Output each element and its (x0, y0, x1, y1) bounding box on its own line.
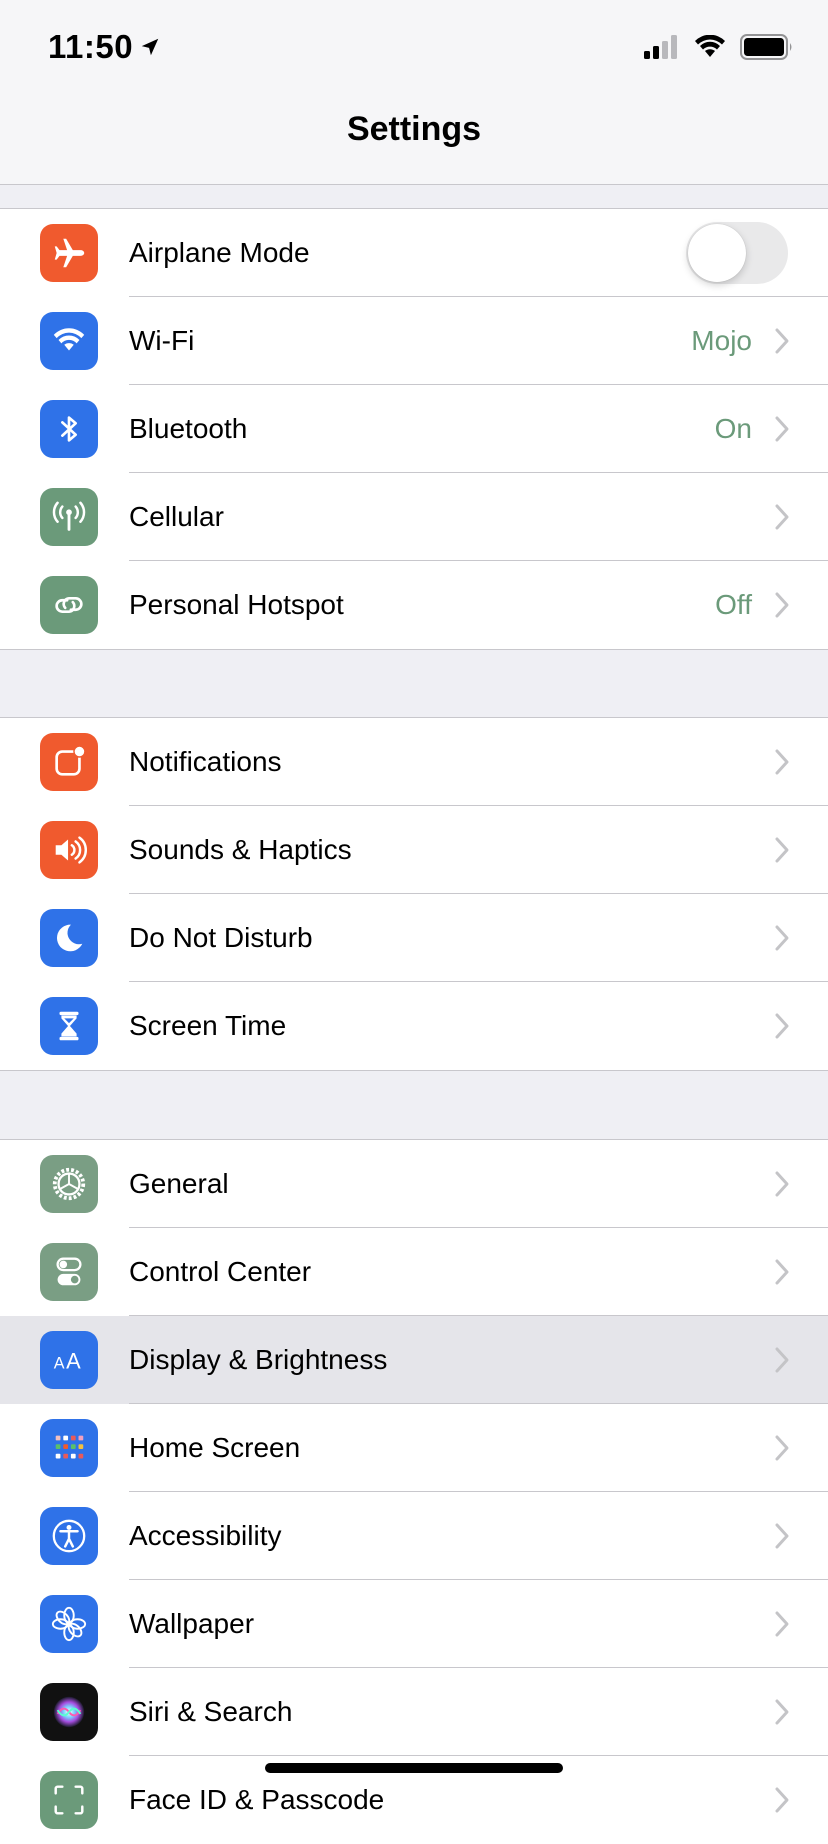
svg-text:A: A (66, 1349, 81, 1374)
moon-icon (40, 909, 98, 967)
airplane-mode-toggle[interactable] (686, 222, 788, 284)
chevron-right-icon (775, 1611, 789, 1637)
row-accessibility[interactable]: Accessibility (0, 1492, 828, 1580)
wallpaper-label: Wallpaper (129, 1608, 255, 1639)
chevron-right-icon (775, 837, 789, 863)
chevron-right-icon (775, 592, 789, 618)
chevron-right-icon (775, 1347, 789, 1373)
cellular-antenna-icon (40, 488, 98, 546)
row-wifi[interactable]: Wi-Fi Mojo (0, 297, 828, 385)
chevron-right-icon (775, 1787, 789, 1813)
siri-icon (40, 1683, 98, 1741)
wifi-network-value: Mojo (691, 325, 752, 356)
chevron-right-icon (775, 925, 789, 951)
control-center-label: Control Center (129, 1256, 312, 1287)
chevron-right-icon (775, 1435, 789, 1461)
gear-icon (40, 1155, 98, 1213)
cellular-label: Cellular (129, 501, 224, 532)
general-label: General (129, 1168, 229, 1199)
row-personal-hotspot[interactable]: Personal Hotspot Off (0, 561, 828, 649)
chevron-right-icon (775, 1013, 789, 1039)
notifications-label: Notifications (129, 746, 282, 777)
chevron-right-icon (775, 749, 789, 775)
row-siri-search[interactable]: Siri & Search (0, 1668, 828, 1756)
row-general[interactable]: General (0, 1140, 828, 1228)
home-screen-label: Home Screen (129, 1432, 301, 1463)
app-grid-icon (40, 1419, 98, 1477)
battery-icon (740, 34, 792, 60)
navigation-bar: Settings (0, 100, 828, 185)
location-arrow-icon (141, 38, 159, 56)
clock: 11:50 (48, 28, 134, 65)
chevron-right-icon (775, 1523, 789, 1549)
row-sounds-haptics[interactable]: Sounds & Haptics (0, 806, 828, 894)
airplane-icon (40, 224, 98, 282)
hourglass-icon (40, 997, 98, 1055)
chevron-right-icon (775, 1171, 789, 1197)
settings-group-system: General Control Center A A Display & Bri… (0, 1139, 828, 1844)
row-control-center[interactable]: Control Center (0, 1228, 828, 1316)
face-id-icon (40, 1771, 98, 1829)
text-size-icon: A A (40, 1331, 98, 1389)
row-bluetooth[interactable]: Bluetooth On (0, 385, 828, 473)
chevron-right-icon (775, 328, 789, 354)
status-time: 11:50 (48, 28, 161, 66)
chevron-right-icon (775, 416, 789, 442)
row-do-not-disturb[interactable]: Do Not Disturb (0, 894, 828, 982)
row-airplane-mode[interactable]: Airplane Mode (0, 209, 828, 297)
flower-icon (40, 1595, 98, 1653)
row-cellular[interactable]: Cellular (0, 473, 828, 561)
home-indicator[interactable] (265, 1763, 563, 1773)
hotspot-status-value: Off (715, 589, 752, 620)
switches-icon (40, 1243, 98, 1301)
row-notifications[interactable]: Notifications (0, 718, 828, 806)
chevron-right-icon (775, 1259, 789, 1285)
wifi-icon (40, 312, 98, 370)
chevron-right-icon (775, 504, 789, 530)
bluetooth-icon (40, 400, 98, 458)
settings-group-notifications: Notifications Sounds & Haptics Do Not Di… (0, 717, 828, 1071)
accessibility-icon (40, 1507, 98, 1565)
bluetooth-status-value: On (714, 413, 752, 444)
airplane-mode-label: Airplane Mode (129, 237, 310, 268)
do-not-disturb-label: Do Not Disturb (129, 922, 313, 953)
notifications-icon (40, 733, 98, 791)
page-title: Settings (346, 109, 482, 148)
wifi-status-icon (695, 35, 725, 57)
row-wallpaper[interactable]: Wallpaper (0, 1580, 828, 1668)
cellular-signal-icon (644, 35, 677, 59)
row-display-brightness[interactable]: A A Display & Brightness (0, 1316, 828, 1404)
face-id-passcode-label: Face ID & Passcode (129, 1784, 385, 1815)
hotspot-link-icon (40, 576, 98, 634)
screen-time-label: Screen Time (129, 1010, 287, 1041)
chevron-right-icon (775, 1699, 789, 1725)
personal-hotspot-label: Personal Hotspot (129, 589, 344, 620)
accessibility-label: Accessibility (129, 1520, 282, 1551)
status-bar: 11:50 (0, 0, 828, 100)
settings-group-connectivity: Airplane Mode Wi-Fi Mojo Bluetooth On Ce… (0, 208, 828, 650)
row-home-screen[interactable]: Home Screen (0, 1404, 828, 1492)
row-screen-time[interactable]: Screen Time (0, 982, 828, 1070)
siri-search-label: Siri & Search (129, 1696, 293, 1727)
wifi-label: Wi-Fi (129, 325, 195, 356)
toggle-knob[interactable] (688, 224, 746, 282)
display-brightness-label: Display & Brightness (129, 1344, 388, 1375)
bluetooth-label: Bluetooth (129, 413, 248, 444)
sounds-haptics-label: Sounds & Haptics (129, 834, 352, 865)
svg-text:A: A (54, 1355, 65, 1373)
speaker-icon (40, 821, 98, 879)
status-indicators (644, 34, 794, 60)
